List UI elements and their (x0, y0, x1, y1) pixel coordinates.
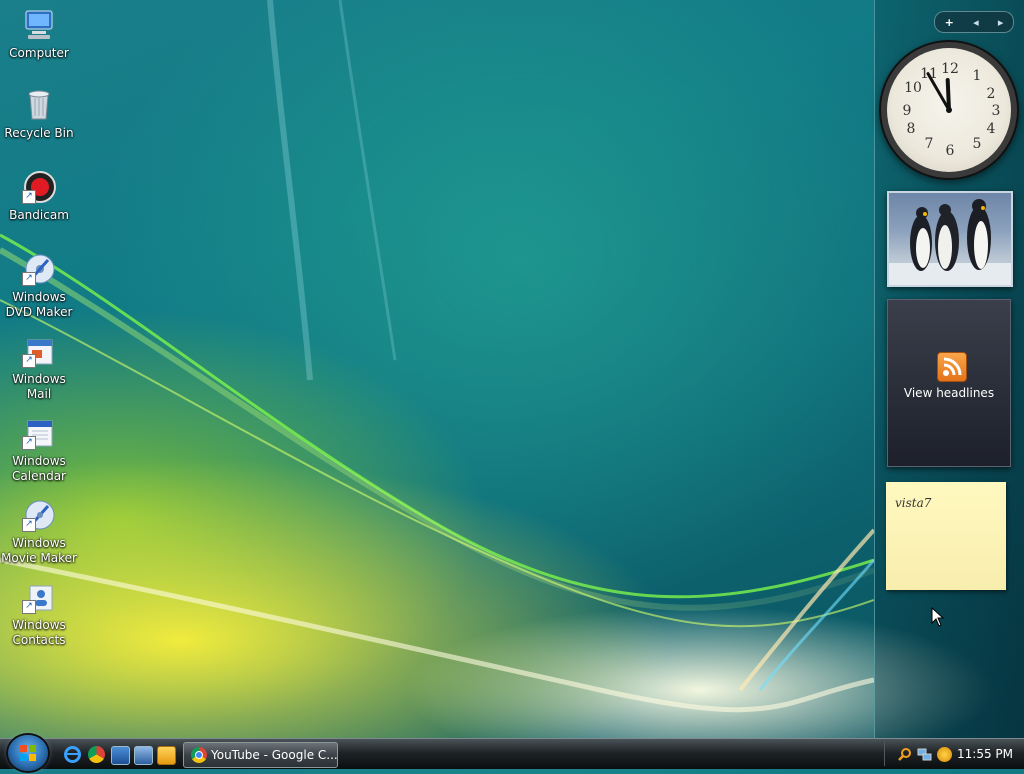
note-text[interactable]: vista7 (895, 496, 931, 510)
mail-icon: ↗ (22, 334, 56, 368)
desktop-icon-calendar[interactable]: ↗ Windows Calendar (0, 416, 78, 484)
desktop-icon-label: Bandicam (9, 208, 69, 222)
desktop-icon-contacts[interactable]: ↗ Windows Contacts (0, 580, 78, 648)
network-icon[interactable] (917, 747, 932, 762)
clock-hands (926, 72, 952, 113)
desktop-icon-computer[interactable]: Computer (0, 8, 78, 61)
dvd-maker-icon: ↗ (22, 252, 56, 286)
taskbar: YouTube - Google C... 11:55 PM (0, 735, 1024, 771)
taskbar-window-title: YouTube - Google C... (211, 748, 338, 762)
shortcut-arrow-icon: ↗ (22, 600, 36, 614)
desktop-icon-label: Recycle Bin (4, 126, 74, 140)
mouse-cursor-icon (931, 607, 945, 627)
shortcut-arrow-icon: ↗ (22, 436, 36, 450)
next-page-button[interactable]: ▸ (998, 16, 1004, 29)
slideshow-gadget[interactable] (887, 191, 1013, 287)
shortcut-arrow-icon: ↗ (22, 354, 36, 368)
chrome-icon (191, 747, 207, 763)
desktop-icon-label: Windows Movie Maker (1, 536, 77, 565)
switch-windows-icon[interactable] (134, 746, 153, 765)
shortcut-arrow-icon: ↗ (22, 190, 36, 204)
desktop-icon-label: Windows Contacts (12, 618, 66, 647)
show-desktop-icon[interactable] (111, 746, 130, 765)
internet-explorer-icon[interactable] (64, 746, 81, 763)
recycle-bin-icon (22, 88, 56, 122)
previous-page-button[interactable]: ◂ (973, 16, 979, 29)
movie-maker-icon: ↗ (22, 498, 56, 532)
rss-icon (937, 352, 967, 382)
taskbar-clock[interactable]: 11:55 PM (952, 739, 1018, 769)
desktop-icon-label: Windows Mail (12, 372, 66, 401)
taskbar-window-button[interactable]: YouTube - Google C... (183, 742, 338, 768)
calendar-icon: ↗ (22, 416, 56, 450)
start-button[interactable] (8, 735, 48, 771)
shortcut-arrow-icon: ↗ (22, 518, 36, 532)
add-gadget-button[interactable]: + (945, 16, 954, 29)
desktop-icon-mail[interactable]: ↗ Windows Mail (0, 334, 78, 402)
computer-icon (22, 8, 56, 42)
chrome-icon[interactable] (88, 746, 105, 763)
desktop-icon-dvd-maker[interactable]: ↗ Windows DVD Maker (0, 252, 78, 320)
media-player-icon[interactable] (157, 746, 176, 765)
desktop-icon-recycle-bin[interactable]: Recycle Bin (0, 88, 78, 141)
windows-logo-icon (20, 745, 36, 761)
desktop-icon-bandicam[interactable]: ↗ Bandicam (0, 170, 78, 223)
desktop-icon-label: Computer (9, 46, 69, 60)
view-headlines-link[interactable]: View headlines (888, 386, 1010, 400)
clock-minute-hand (926, 72, 951, 112)
shield-icon[interactable] (937, 747, 952, 762)
clock-gadget[interactable]: 12 1 2 3 4 5 6 7 8 9 10 11 (887, 48, 1011, 172)
notes-gadget[interactable]: vista7 (886, 482, 1006, 590)
desktop-icon-label: Windows Calendar (12, 454, 66, 483)
tray-separator (884, 742, 885, 766)
desktop-icon-label: Windows DVD Maker (5, 290, 73, 319)
penguins-photo (889, 199, 1011, 285)
desktop-icon-movie-maker[interactable]: ↗ Windows Movie Maker (0, 498, 78, 566)
contacts-icon: ↗ (22, 580, 56, 614)
shortcut-arrow-icon: ↗ (22, 272, 36, 286)
bandicam-icon: ↗ (22, 170, 56, 204)
sidebar-controls: + ◂ ▸ (934, 11, 1014, 33)
search-icon[interactable] (897, 747, 912, 762)
wallpaper-streaks (0, 0, 874, 713)
feed-headlines-gadget[interactable]: View headlines (887, 299, 1011, 467)
